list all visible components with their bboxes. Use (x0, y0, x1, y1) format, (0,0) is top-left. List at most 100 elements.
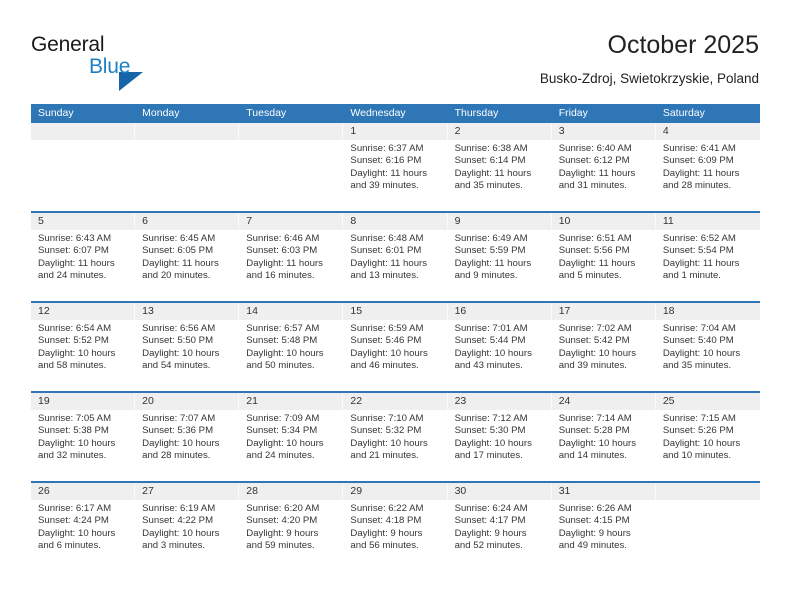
day-cell-9[interactable]: 9 Sunrise: 6:49 AM Sunset: 5:59 PM Daylight… (447, 213, 552, 301)
day-detail-line: Sunset: 5:28 PM (558, 425, 630, 437)
day-details: Sunrise: 7:05 AM Sunset: 5:38 PM Daylight:… (31, 410, 135, 462)
day-detail-line: Daylight: 10 hours (454, 437, 532, 449)
day-detail-line: Sunset: 5:34 PM (246, 425, 318, 437)
day-cell-4[interactable]: 4 Sunrise: 6:41 AM Sunset: 6:09 PM Daylight… (655, 123, 760, 211)
day-cell-5[interactable]: 5 Sunrise: 6:43 AM Sunset: 6:07 PM Daylight… (31, 213, 136, 301)
weekday-header-wednesday: Wednesday (350, 107, 406, 119)
day-detail-line: Daylight: 11 hours (454, 167, 532, 179)
logo-text-blue: Blue (89, 55, 131, 78)
day-detail-line: Sunset: 5:59 PM (454, 245, 526, 257)
day-detail-line: and 35 minutes. (454, 179, 523, 191)
day-details: Sunrise: 6:48 AM Sunset: 6:01 PM Daylight:… (343, 230, 447, 282)
day-cell-27[interactable]: 27 Sunrise: 6:19 AM Sunset: 4:22 PM Dayligh… (135, 483, 240, 571)
day-cell-14[interactable]: 14 Sunrise: 6:57 AM Sunset: 5:48 PM Dayligh… (239, 303, 344, 391)
day-detail-line: Sunrise: 7:09 AM (246, 413, 320, 424)
day-cell-20[interactable]: 20 Sunrise: 7:07 AM Sunset: 5:36 PM Dayligh… (135, 393, 240, 481)
day-detail-line: Daylight: 10 hours (662, 347, 741, 359)
day-detail-line: Sunrise: 6:40 AM (558, 143, 632, 154)
day-number: 28 (239, 483, 344, 500)
day-detail-line: Sunrise: 6:51 AM (558, 233, 632, 244)
day-cell-13[interactable]: 13 Sunrise: 6:56 AM Sunset: 5:50 PM Dayligh… (135, 303, 240, 391)
day-cell-empty (31, 123, 136, 211)
day-detail-line: and 13 minutes. (350, 269, 419, 281)
calendar-week-row: 1 Sunrise: 6:37 AM Sunset: 6:16 PM Daylight… (31, 123, 760, 211)
day-cell-23[interactable]: 23 Sunrise: 7:12 AM Sunset: 5:30 PM Dayligh… (447, 393, 552, 481)
day-cell-12[interactable]: 12 Sunrise: 6:54 AM Sunset: 5:52 PM Dayligh… (31, 303, 136, 391)
day-detail-line: Sunrise: 7:01 AM (454, 323, 528, 334)
day-number: 23 (447, 393, 552, 410)
day-cell-15[interactable]: 15 Sunrise: 6:59 AM Sunset: 5:46 PM Dayligh… (343, 303, 448, 391)
day-cell-6[interactable]: 6 Sunrise: 6:45 AM Sunset: 6:05 PM Daylight… (135, 213, 240, 301)
day-detail-line: Daylight: 10 hours (558, 437, 637, 449)
weekday-header-thursday: Thursday (454, 107, 499, 119)
day-number: 18 (655, 303, 760, 320)
calendar-week-row: 26 Sunrise: 6:17 AM Sunset: 4:24 PM Dayligh… (31, 481, 760, 571)
day-detail-line: Daylight: 11 hours (454, 257, 532, 269)
day-detail-line: Sunset: 6:14 PM (454, 155, 526, 167)
day-cell-3[interactable]: 3 Sunrise: 6:40 AM Sunset: 6:12 PM Daylight… (551, 123, 656, 211)
day-cell-30[interactable]: 30 Sunrise: 6:24 AM Sunset: 4:17 PM Dayligh… (447, 483, 552, 571)
day-number (655, 483, 760, 500)
day-details: Sunrise: 7:09 AM Sunset: 5:34 PM Daylight:… (239, 410, 343, 462)
day-detail-line: Sunset: 6:09 PM (662, 155, 734, 167)
day-detail-line: Daylight: 11 hours (558, 167, 636, 179)
day-details: Sunrise: 7:14 AM Sunset: 5:28 PM Daylight:… (552, 410, 656, 462)
day-detail-line: Sunset: 4:18 PM (350, 515, 422, 527)
day-detail-line: and 52 minutes. (454, 539, 523, 551)
day-cell-10[interactable]: 10 Sunrise: 6:51 AM Sunset: 5:56 PM Dayligh… (551, 213, 656, 301)
day-detail-line: and 58 minutes. (38, 359, 107, 371)
day-detail-line: Daylight: 10 hours (350, 437, 428, 449)
day-number: 2 (447, 123, 552, 140)
day-cell-17[interactable]: 17 Sunrise: 7:02 AM Sunset: 5:42 PM Dayligh… (551, 303, 656, 391)
day-number: 12 (31, 303, 136, 320)
page-header: General Blue October 2025 Busko-Zdroj, S… (0, 0, 792, 100)
day-cell-25[interactable]: 25 Sunrise: 7:15 AM Sunset: 5:26 PM Dayligh… (655, 393, 760, 481)
day-cell-24[interactable]: 24 Sunrise: 7:14 AM Sunset: 5:28 PM Dayligh… (551, 393, 656, 481)
title-block: October 2025 Busko-Zdroj, Swietokrzyskie… (540, 30, 759, 88)
day-details: Sunrise: 7:02 AM Sunset: 5:42 PM Daylight:… (552, 320, 656, 372)
day-detail-line: Sunrise: 6:22 AM (350, 503, 424, 514)
calendar-body: 1 Sunrise: 6:37 AM Sunset: 6:16 PM Daylight… (31, 123, 760, 571)
day-detail-line: Sunrise: 6:54 AM (38, 323, 112, 334)
day-cell-19[interactable]: 19 Sunrise: 7:05 AM Sunset: 5:38 PM Dayligh… (31, 393, 136, 481)
day-cell-18[interactable]: 18 Sunrise: 7:04 AM Sunset: 5:40 PM Dayligh… (655, 303, 760, 391)
day-detail-line: Daylight: 10 hours (350, 347, 428, 359)
day-number: 31 (551, 483, 656, 500)
day-detail-line: Daylight: 11 hours (142, 257, 219, 269)
day-detail-line: Daylight: 10 hours (662, 437, 741, 449)
day-detail-line: Daylight: 10 hours (246, 437, 324, 449)
day-details: Sunrise: 6:22 AM Sunset: 4:18 PM Daylight:… (343, 500, 447, 552)
day-detail-line: Sunrise: 7:15 AM (662, 413, 736, 424)
day-detail-line: Sunrise: 7:04 AM (662, 323, 736, 334)
weekday-header-friday: Friday (558, 107, 588, 119)
day-detail-line: Sunrise: 6:48 AM (350, 233, 424, 244)
day-detail-line: Sunrise: 6:45 AM (142, 233, 216, 244)
day-cell-1[interactable]: 1 Sunrise: 6:37 AM Sunset: 6:16 PM Daylight… (343, 123, 448, 211)
day-cell-31[interactable]: 31 Sunrise: 6:26 AM Sunset: 4:15 PM Dayligh… (551, 483, 656, 571)
day-details: Sunrise: 6:38 AM Sunset: 6:14 PM Daylight:… (448, 140, 552, 192)
day-cell-29[interactable]: 29 Sunrise: 6:22 AM Sunset: 4:18 PM Dayligh… (343, 483, 448, 571)
generalblue-logo[interactable]: General Blue (31, 33, 211, 91)
day-cell-2[interactable]: 2 Sunrise: 6:38 AM Sunset: 6:14 PM Daylight… (447, 123, 552, 211)
day-detail-line: Sunrise: 7:14 AM (558, 413, 632, 424)
day-detail-line: Daylight: 9 hours (558, 527, 631, 539)
day-number: 15 (343, 303, 448, 320)
day-cell-26[interactable]: 26 Sunrise: 6:17 AM Sunset: 4:24 PM Dayligh… (31, 483, 136, 571)
day-number: 22 (343, 393, 448, 410)
day-cell-28[interactable]: 28 Sunrise: 6:20 AM Sunset: 4:20 PM Dayligh… (239, 483, 344, 571)
day-detail-line: and 28 minutes. (662, 179, 732, 191)
day-cell-22[interactable]: 22 Sunrise: 7:10 AM Sunset: 5:32 PM Dayligh… (343, 393, 448, 481)
day-detail-line: and 20 minutes. (142, 269, 211, 281)
day-detail-line: and 21 minutes. (350, 449, 419, 461)
day-details: Sunrise: 6:57 AM Sunset: 5:48 PM Daylight:… (239, 320, 343, 372)
day-detail-line: Sunset: 5:52 PM (38, 335, 109, 347)
day-cell-11[interactable]: 11 Sunrise: 6:52 AM Sunset: 5:54 PM Dayligh… (655, 213, 760, 301)
day-cell-8[interactable]: 8 Sunrise: 6:48 AM Sunset: 6:01 PM Daylight… (343, 213, 448, 301)
day-cell-7[interactable]: 7 Sunrise: 6:46 AM Sunset: 6:03 PM Daylight… (239, 213, 344, 301)
day-number: 17 (551, 303, 656, 320)
day-cell-21[interactable]: 21 Sunrise: 7:09 AM Sunset: 5:34 PM Dayligh… (239, 393, 344, 481)
day-cell-16[interactable]: 16 Sunrise: 7:01 AM Sunset: 5:44 PM Dayligh… (447, 303, 552, 391)
day-detail-line: Daylight: 11 hours (558, 257, 636, 269)
weekday-header-row: Sunday Monday Tuesday Wednesday Thursday Frid… (31, 104, 760, 123)
day-detail-line: Sunset: 5:46 PM (350, 335, 422, 347)
